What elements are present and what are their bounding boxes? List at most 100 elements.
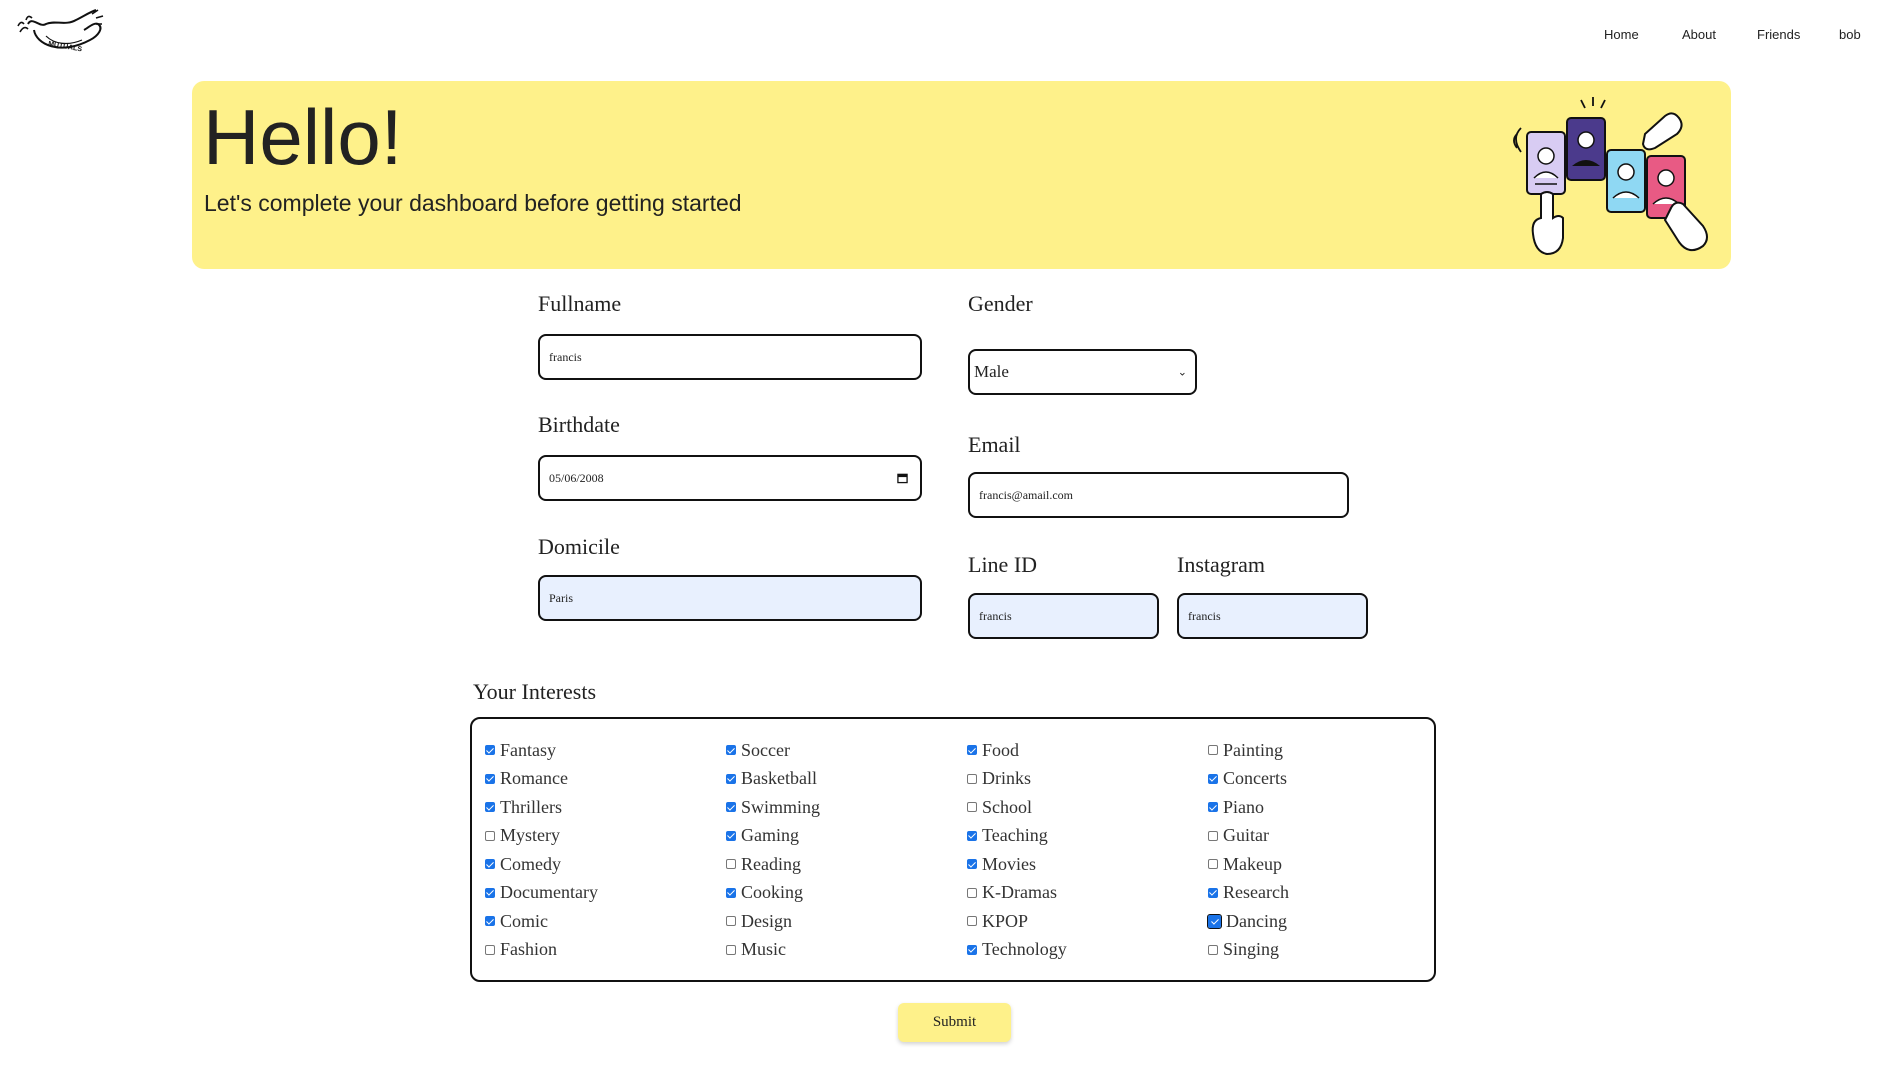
interest-checkbox[interactable] [967,773,977,784]
calendar-icon[interactable] [897,473,908,484]
gender-select[interactable]: Male ⌄ [968,349,1197,395]
interest-checkbox[interactable] [485,916,495,926]
interest-checkbox[interactable] [1208,859,1218,869]
interest-option[interactable]: Concerts [1208,768,1287,790]
instagram-input[interactable]: francis [1177,593,1368,639]
interest-option[interactable]: Swimming [726,796,820,818]
interest-checkbox[interactable] [967,859,977,869]
interest-checkbox[interactable] [1208,802,1218,812]
interest-option[interactable]: Movies [967,853,1036,875]
interest-option[interactable]: Guitar [1208,825,1269,847]
interest-checkbox[interactable] [726,773,736,784]
interest-option[interactable]: Cooking [726,882,803,904]
interest-option[interactable]: KPOP [967,910,1028,932]
interest-label: Cooking [741,882,804,902]
hero-banner: Hello! Let's complete your dashboard bef… [192,81,1731,269]
nav-about-link[interactable]: About [1682,27,1716,42]
interest-option[interactable]: Documentary [485,882,598,904]
interest-checkbox[interactable] [1207,913,1222,929]
interest-label: Thrillers [500,796,562,817]
interest-option[interactable]: Romance [485,768,568,790]
interest-option[interactable]: Reading [726,853,801,875]
interest-checkbox[interactable] [726,916,736,926]
interest-label: Concerts [1223,768,1287,788]
interest-option[interactable]: K-Dramas [967,882,1057,904]
interest-checkbox[interactable] [967,944,977,955]
interest-checkbox[interactable] [726,802,736,812]
interest-checkbox[interactable] [967,916,977,926]
interest-option[interactable]: Piano [1208,796,1264,818]
interest-option[interactable]: Comedy [485,853,561,875]
interest-label: Piano [1223,796,1265,817]
interest-option[interactable]: Gaming [726,825,799,847]
interests-panel [470,717,1436,982]
interest-checkbox[interactable] [726,887,736,898]
line-id-label: Line ID [968,552,1038,577]
interest-option[interactable]: Technology [967,939,1067,961]
interest-option[interactable]: Fashion [485,939,557,961]
chevron-down-icon: ⌄ [1177,366,1187,379]
interest-checkbox[interactable] [485,944,495,955]
interest-option[interactable]: Teaching [967,825,1048,847]
interest-option[interactable]: Food [967,739,1019,761]
nav-friends-link[interactable]: Friends [1757,27,1800,42]
interest-option[interactable]: Dancing [1207,910,1287,932]
interest-option[interactable]: Fantasy [485,739,556,761]
interest-checkbox[interactable] [1208,773,1218,784]
interest-option[interactable]: School [967,796,1032,818]
interest-label: Swimming [741,796,821,817]
fullname-input[interactable]: francis [538,334,922,380]
interest-label: Music [741,939,786,959]
nav-user-link[interactable]: bob [1839,27,1861,42]
interest-option[interactable]: Comic [485,910,548,932]
interest-option[interactable]: Design [726,910,792,932]
interest-label: Fantasy [500,739,556,760]
email-label: Email [968,432,1021,457]
domicile-input[interactable]: Paris [538,575,922,621]
interest-checkbox[interactable] [967,745,977,755]
gender-value: Male [974,362,1009,381]
interest-option[interactable]: Soccer [726,739,790,761]
interest-checkbox[interactable] [485,773,495,784]
interest-checkbox[interactable] [967,802,977,812]
birthdate-input[interactable]: 05/06/2008 [538,455,922,501]
interest-checkbox[interactable] [726,745,736,755]
interest-checkbox[interactable] [967,830,977,841]
interest-option[interactable]: Makeup [1208,853,1282,875]
interest-checkbox[interactable] [485,830,495,841]
interest-label: Comedy [500,853,561,874]
interest-checkbox[interactable] [726,830,736,841]
interest-checkbox[interactable] [726,944,736,955]
email-input[interactable]: francis@amail.com [968,472,1349,518]
interest-checkbox[interactable] [1208,830,1218,841]
interest-option[interactable]: Research [1208,882,1289,904]
fullname-label: Fullname [538,291,622,316]
mutuals-logo[interactable]: MUTUALS [10,6,106,58]
domicile-value: Paris [549,590,573,605]
interest-checkbox[interactable] [485,802,495,812]
interest-checkbox[interactable] [1208,887,1218,898]
submit-button[interactable]: Submit [898,1003,1011,1042]
interest-option[interactable]: Mystery [485,825,560,847]
interest-option[interactable]: Thrillers [485,796,562,818]
logo-text: MUTUALS [48,41,83,54]
interest-label: Romance [500,768,568,788]
interest-option[interactable]: Painting [1208,739,1283,761]
interest-checkbox[interactable] [1208,745,1218,755]
interest-checkbox[interactable] [485,887,495,898]
nav-home-link[interactable]: Home [1604,27,1639,42]
line-id-input[interactable]: francis [968,593,1159,639]
interest-checkbox[interactable] [485,745,495,755]
interest-label: Drinks [982,768,1031,788]
interest-option[interactable]: Drinks [967,768,1031,790]
interest-checkbox[interactable] [1208,944,1218,955]
interest-option[interactable]: Singing [1208,939,1279,961]
interest-checkbox[interactable] [726,859,736,869]
interest-label: Singing [1223,939,1280,959]
interest-checkbox[interactable] [967,887,977,898]
interest-label: Basketball [741,768,817,788]
interest-option[interactable]: Basketball [726,768,817,790]
interest-checkbox[interactable] [485,859,495,869]
interest-option[interactable]: Music [726,939,786,961]
hero-subtitle: Let's complete your dashboard before get… [204,190,742,216]
